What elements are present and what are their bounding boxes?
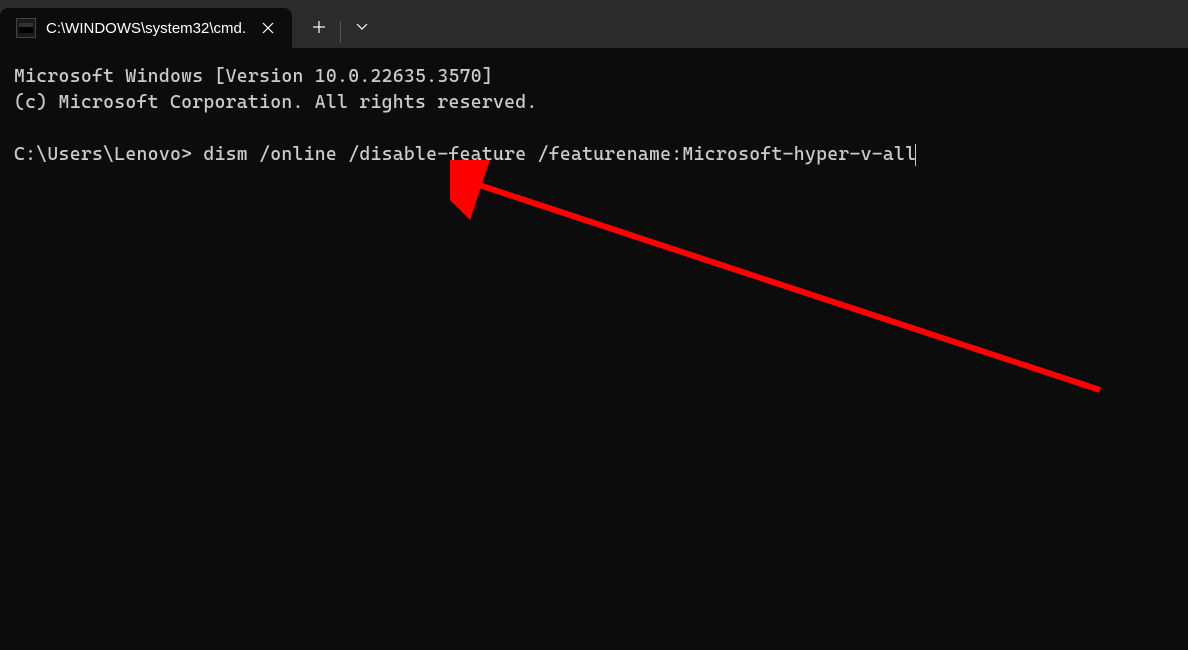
new-tab-button[interactable] bbox=[300, 7, 338, 47]
close-icon bbox=[262, 22, 274, 34]
tab-actions bbox=[292, 0, 381, 48]
cmd-icon bbox=[16, 18, 36, 38]
tab-divider bbox=[340, 21, 341, 43]
plus-icon bbox=[312, 20, 326, 34]
chevron-down-icon bbox=[356, 23, 368, 31]
copyright-line: (c) Microsoft Corporation. All rights re… bbox=[14, 92, 538, 113]
annotation-arrow bbox=[450, 160, 1130, 410]
prompt-path: C:\Users\Lenovo> bbox=[14, 144, 192, 165]
tab-dropdown-button[interactable] bbox=[343, 7, 381, 47]
tab-title: C:\WINDOWS\system32\cmd. bbox=[46, 20, 246, 37]
close-tab-button[interactable] bbox=[256, 16, 280, 40]
active-tab[interactable]: C:\WINDOWS\system32\cmd. bbox=[0, 8, 292, 48]
tab-bar: C:\WINDOWS\system32\cmd. bbox=[0, 0, 1188, 48]
os-version-line: Microsoft Windows [Version 10.0.22635.35… bbox=[14, 66, 493, 87]
